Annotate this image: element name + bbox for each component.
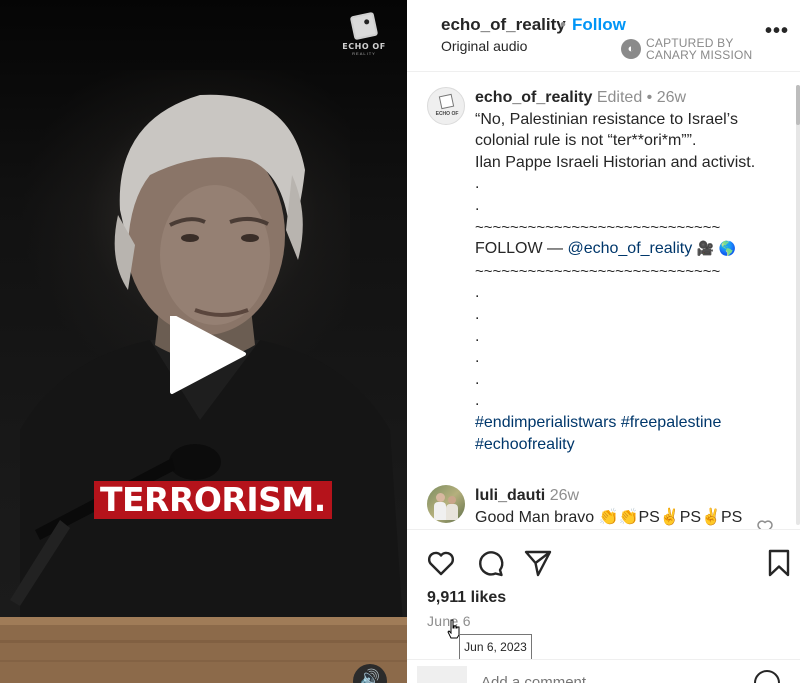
mention-link[interactable]: @echo_of_reality	[567, 240, 692, 257]
comment-age: 26w	[549, 487, 580, 504]
caption-quote: “No, Palestinian resistance to Israel’s …	[475, 110, 738, 150]
channel-watermark: ECHO OF REALITY	[338, 11, 390, 62]
follow-button[interactable]: Follow	[572, 15, 626, 35]
caption-dot: .	[475, 175, 480, 193]
watermark-text: ECHO OF	[342, 42, 386, 51]
more-options-icon[interactable]: •••	[765, 20, 789, 43]
canary-line-2: CANARY MISSION	[646, 48, 753, 62]
likes-count[interactable]: 9,911 likes	[427, 589, 506, 607]
caption-dot: .	[475, 392, 480, 410]
caption-dot: .	[475, 349, 480, 367]
follow-prefix: FOLLOW —	[475, 240, 568, 258]
comment-like-heart-icon[interactable]	[756, 518, 774, 529]
header-separator: •	[560, 15, 566, 34]
camera-globe-emoji: 🎥 🌎	[696, 241, 736, 258]
post-panel: echo_of_reality • Follow Original audio …	[407, 0, 800, 683]
caption-dot: .	[475, 196, 480, 214]
post-caption: echo_of_reality Edited • 26w “No, Palest…	[475, 87, 795, 455]
comment: luli_dauti 26w Good Man bravo 👏👏PS✌️PS✌️…	[475, 485, 795, 529]
caption-dot: .	[475, 284, 480, 302]
like-heart-icon[interactable]	[426, 548, 456, 578]
caption-divider: ~~~~~~~~~~~~~~~~~~~~~~~~~~~~	[475, 218, 721, 236]
comment-bubble-icon[interactable]	[475, 548, 505, 578]
play-icon[interactable]	[168, 316, 248, 396]
scrollbar[interactable]	[796, 85, 800, 525]
canary-bird-icon: ◐	[621, 39, 641, 59]
caption-dot: .	[475, 327, 480, 345]
edited-label: Edited	[596, 89, 643, 106]
comment-text: Good Man bravo 👏👏PS✌️PS✌️PS	[475, 509, 743, 526]
avatar-text: ECHO OF	[435, 111, 459, 117]
caption-attribution: Ilan Pappe Israeli Historian and activis…	[475, 153, 756, 171]
share-plane-icon[interactable]	[523, 548, 553, 578]
scrollbar-thumb[interactable]	[796, 85, 800, 125]
audio-link[interactable]: Original audio	[441, 38, 527, 54]
caption-username[interactable]: echo_of_reality	[475, 89, 592, 106]
bookmark-icon[interactable]	[764, 548, 794, 578]
avatar	[417, 666, 467, 683]
watermark-subtext: REALITY	[352, 51, 376, 56]
header-username[interactable]: echo_of_reality	[441, 15, 566, 35]
caption-dot: .	[475, 305, 480, 323]
caption-divider: ~~~~~~~~~~~~~~~~~~~~~~~~~~~~	[475, 262, 721, 280]
comments-scroll-area[interactable]: ECHO OF echo_of_reality Edited • 26w “No…	[407, 73, 800, 529]
watermark-logo-icon	[349, 11, 379, 41]
action-bar: 9,911 likes June 6 Jun 6, 2023	[407, 529, 800, 683]
add-comment-input[interactable]	[481, 674, 681, 683]
post-header: echo_of_reality • Follow Original audio …	[407, 0, 800, 72]
hashtags[interactable]: #echoofreality	[475, 434, 795, 456]
hashtags[interactable]: #endimperialistwars #freepalestine	[475, 412, 795, 434]
avatar[interactable]: ECHO OF	[427, 87, 465, 125]
avatar-logo-icon	[438, 93, 455, 110]
comment-username[interactable]: luli_dauti	[475, 487, 545, 504]
caption-age: 26w	[656, 89, 687, 106]
canary-mission-watermark: ◐ CAPTURED BY CANARY MISSION	[621, 36, 771, 62]
video-caption: TERRORISM.	[94, 481, 332, 519]
date-tooltip: Jun 6, 2023	[459, 634, 532, 660]
caption-separator: •	[646, 89, 653, 106]
avatar[interactable]	[427, 485, 465, 523]
caption-dot: .	[475, 370, 480, 388]
video-player[interactable]: ECHO OF REALITY TERRORISM. 🔊	[0, 0, 407, 683]
add-comment-bar	[407, 659, 800, 683]
emoji-picker-icon[interactable]	[754, 670, 780, 683]
